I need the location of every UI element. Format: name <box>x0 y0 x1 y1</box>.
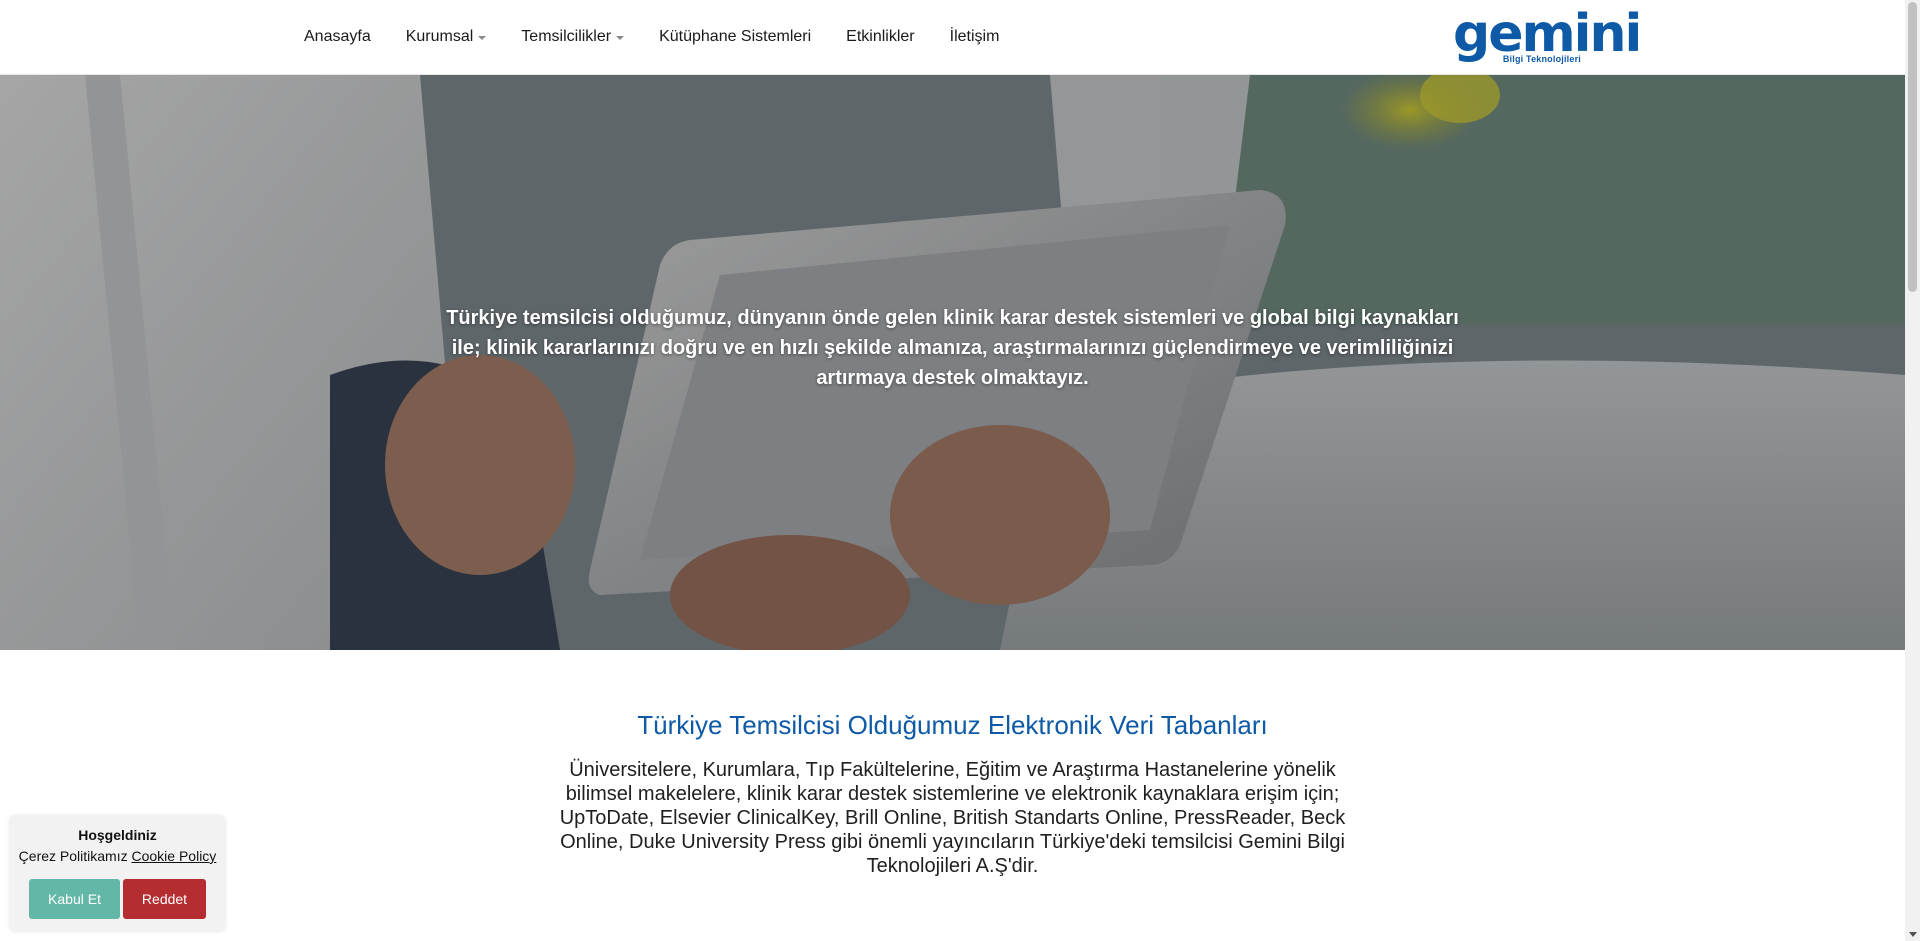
caret-down-icon <box>616 36 625 40</box>
cookie-consent-popup: Hoşgeldiniz Çerez Politikamız Cookie Pol… <box>10 816 225 931</box>
nav-item-label: Etkinlikler <box>846 28 915 45</box>
hero-banner: Türkiye temsilcisi olduğumuz, dünyanın ö… <box>0 75 1905 650</box>
nav-item-iletisim[interactable]: İletişim <box>950 28 1000 46</box>
reject-cookies-button[interactable]: Reddet <box>123 879 206 919</box>
section-title: Türkiye Temsilcisi Olduğumuz Elektronik … <box>637 710 1268 740</box>
scroll-down-arrow-icon[interactable] <box>1909 932 1917 937</box>
cookie-title: Hoşgeldiniz <box>78 827 157 843</box>
logo-subtitle: Bilgi Teknolojileri <box>1502 54 1581 64</box>
nav-item-label: Kütüphane Sistemleri <box>659 28 812 45</box>
accept-cookies-button[interactable]: Kabul Et <box>29 879 120 919</box>
nav-item-label: Anasayfa <box>304 28 371 45</box>
site-header: Anasayfa Kurumsal Temsilcilikler Kütüpha… <box>0 0 1905 75</box>
nav-item-etkinlikler[interactable]: Etkinlikler <box>846 28 914 46</box>
caret-down-icon <box>478 36 487 40</box>
nav-item-label: İletişim <box>949 28 1000 45</box>
nav-item-kutuphane-sistemleri[interactable]: Kütüphane Sistemleri <box>659 28 811 46</box>
gemini-logo[interactable]: gemini Bilgi Teknolojileri <box>1450 8 1642 66</box>
nav-item-kurumsal[interactable]: Kurumsal <box>406 28 487 46</box>
page-scrollbar[interactable] <box>1905 0 1920 941</box>
scrollbar-thumb[interactable] <box>1908 2 1917 292</box>
nav-item-anasayfa[interactable]: Anasayfa <box>304 28 371 46</box>
main-nav: Anasayfa Kurumsal Temsilcilikler Kütüpha… <box>304 0 1034 74</box>
section-description: Üniversitelere, Kurumlara, Tıp Fakültele… <box>559 759 1346 877</box>
logo-wordmark: gemini <box>1453 4 1642 64</box>
nav-item-label: Kurumsal <box>405 28 474 45</box>
hero-text: Türkiye temsilcisi olduğumuz, dünyanın ö… <box>446 307 1459 389</box>
nav-item-temsilcilikler[interactable]: Temsilcilikler <box>521 28 625 46</box>
cookie-text: Çerez Politikamız Cookie Policy <box>10 848 225 864</box>
cookie-policy-link[interactable]: Cookie Policy <box>131 848 216 864</box>
cookie-text-label: Çerez Politikamız <box>18 848 128 864</box>
nav-item-label: Temsilcilikler <box>521 28 612 45</box>
